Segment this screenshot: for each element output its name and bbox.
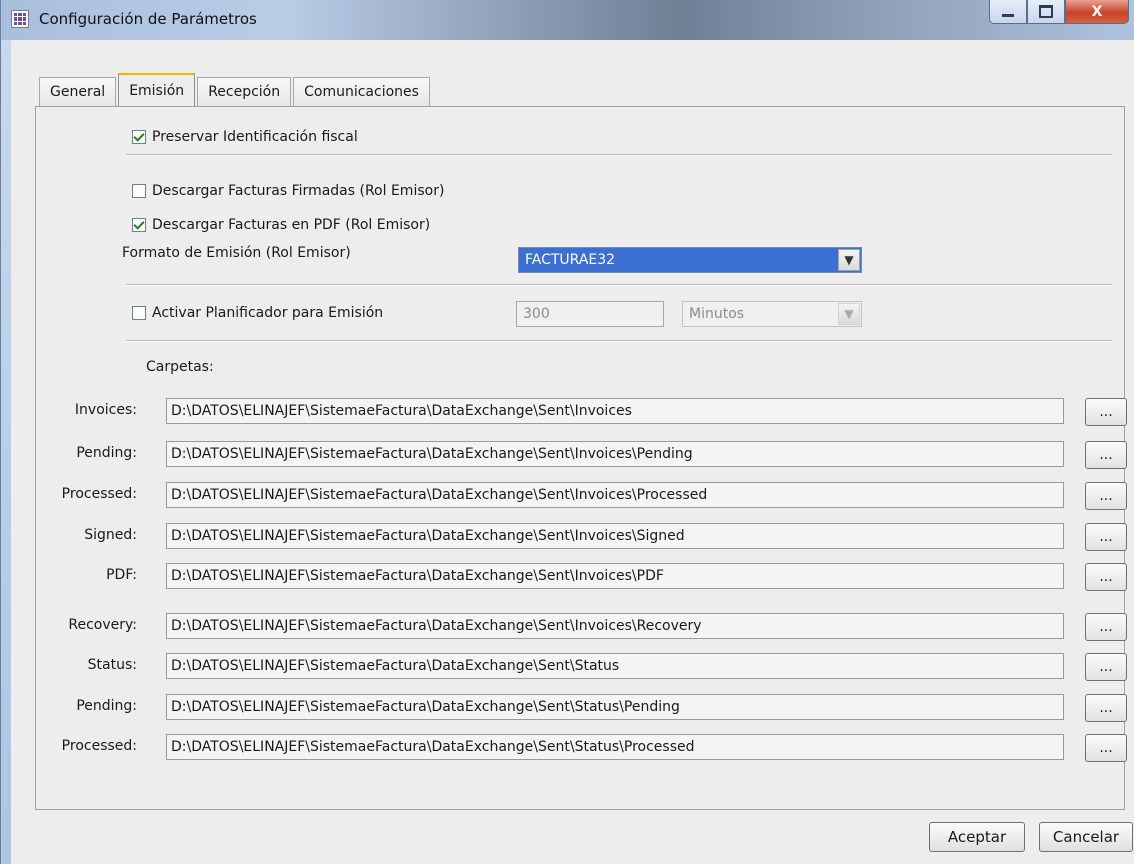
minimize-button[interactable] — [989, 0, 1027, 24]
separator-3 — [126, 340, 1112, 342]
close-button[interactable]: X — [1065, 0, 1129, 24]
maximize-button[interactable] — [1027, 0, 1065, 24]
tab-bar: General Emisión Recepción Comunicaciones — [39, 73, 432, 107]
browse-button[interactable]: ... — [1085, 734, 1127, 762]
folder-path-input[interactable]: D:\DATOS\ELINAJEF\SistemaeFactura\DataEx… — [166, 613, 1064, 639]
tab-emision[interactable]: Emisión — [118, 73, 196, 107]
browse-button[interactable]: ... — [1085, 613, 1127, 641]
folder-path-input[interactable]: D:\DATOS\ELINAJEF\SistemaeFactura\DataEx… — [166, 398, 1064, 424]
folder-path-input[interactable]: D:\DATOS\ELINAJEF\SistemaeFactura\DataEx… — [166, 523, 1064, 549]
browse-button[interactable]: ... — [1085, 398, 1127, 426]
tab-general[interactable]: General — [39, 77, 117, 106]
folder-path-input[interactable]: D:\DATOS\ELINAJEF\SistemaeFactura\DataEx… — [166, 694, 1064, 720]
browse-button[interactable]: ... — [1085, 694, 1127, 722]
window-title: Configuración de Parámetros — [39, 10, 257, 28]
folder-path-input[interactable]: D:\DATOS\ELINAJEF\SistemaeFactura\DataEx… — [166, 653, 1064, 679]
descargar-pdf-option[interactable]: Descargar Facturas en PDF (Rol Emisor) — [132, 217, 430, 233]
title-bar[interactable]: Configuración de Parámetros X — [1, 0, 1134, 40]
folder-label: Recovery: — [68, 617, 137, 633]
folder-label: Invoices: — [74, 402, 137, 418]
cancel-button[interactable]: Cancelar — [1039, 822, 1133, 852]
dialog-window: Configuración de Parámetros X General Em… — [0, 0, 1134, 864]
planificador-checkbox[interactable] — [132, 306, 146, 320]
preservar-label: Preservar Identificación fiscal — [152, 129, 358, 145]
descargar-pdf-checkbox[interactable] — [132, 218, 146, 232]
folder-path-input[interactable]: D:\DATOS\ELINAJEF\SistemaeFactura\DataEx… — [166, 563, 1064, 589]
separator-1 — [126, 154, 1112, 156]
tab-recepcion[interactable]: Recepción — [197, 77, 292, 106]
descargar-firmadas-checkbox[interactable] — [132, 184, 146, 198]
planificador-unit-select[interactable]: Minutos ▼ — [682, 301, 862, 327]
browse-button[interactable]: ... — [1085, 441, 1127, 469]
folder-label: Signed: — [84, 527, 137, 543]
folder-label: Status: — [87, 657, 137, 673]
app-icon — [11, 10, 29, 28]
browse-button[interactable]: ... — [1085, 523, 1127, 551]
descargar-firmadas-label: Descargar Facturas Firmadas (Rol Emisor) — [152, 183, 445, 199]
maximize-icon — [1039, 5, 1053, 18]
descargar-pdf-label: Descargar Facturas en PDF (Rol Emisor) — [152, 217, 431, 233]
tab-comunicaciones[interactable]: Comunicaciones — [293, 77, 430, 106]
planificador-option[interactable]: Activar Planificador para Emisión — [132, 305, 383, 321]
planificador-unit-value: Minutos — [689, 306, 745, 322]
formato-select[interactable]: FACTURAE32 ▼ — [518, 247, 862, 273]
chevron-down-icon[interactable]: ▼ — [838, 249, 860, 271]
browse-button[interactable]: ... — [1085, 653, 1127, 681]
minimize-icon — [1002, 14, 1014, 17]
folder-label: Processed: — [61, 738, 137, 754]
carpetas-heading: Carpetas: — [146, 359, 214, 375]
folder-path-input[interactable]: D:\DATOS\ELINAJEF\SistemaeFactura\DataEx… — [166, 734, 1064, 760]
folder-label: Pending: — [76, 698, 137, 714]
descargar-firmadas-option[interactable]: Descargar Facturas Firmadas (Rol Emisor) — [132, 183, 444, 199]
folder-label: PDF: — [106, 567, 137, 583]
accept-button[interactable]: Aceptar — [929, 822, 1025, 852]
separator-2 — [126, 284, 1112, 286]
planificador-label: Activar Planificador para Emisión — [152, 305, 384, 321]
formato-label-row: Formato de Emisión (Rol Emisor) — [122, 245, 351, 261]
close-icon: X — [1091, 3, 1103, 20]
browse-button[interactable]: ... — [1085, 482, 1127, 510]
folder-path-input[interactable]: D:\DATOS\ELINAJEF\SistemaeFactura\DataEx… — [166, 441, 1064, 467]
folder-path-input[interactable]: D:\DATOS\ELINAJEF\SistemaeFactura\DataEx… — [166, 482, 1064, 508]
formato-value: FACTURAE32 — [525, 252, 616, 268]
window-controls: X — [989, 0, 1129, 24]
planificador-interval-input[interactable]: 300 — [516, 301, 664, 327]
chevron-down-icon[interactable]: ▼ — [838, 303, 860, 325]
dialog-client-area: General Emisión Recepción Comunicaciones… — [11, 40, 1134, 864]
carpetas-label: Carpetas: — [146, 359, 214, 375]
formato-label: Formato de Emisión (Rol Emisor) — [122, 245, 351, 261]
folder-label: Pending: — [76, 445, 137, 461]
browse-button[interactable]: ... — [1085, 563, 1127, 591]
preservar-checkbox[interactable] — [132, 130, 146, 144]
folder-label: Processed: — [61, 486, 137, 502]
preservar-option[interactable]: Preservar Identificación fiscal — [132, 129, 358, 145]
